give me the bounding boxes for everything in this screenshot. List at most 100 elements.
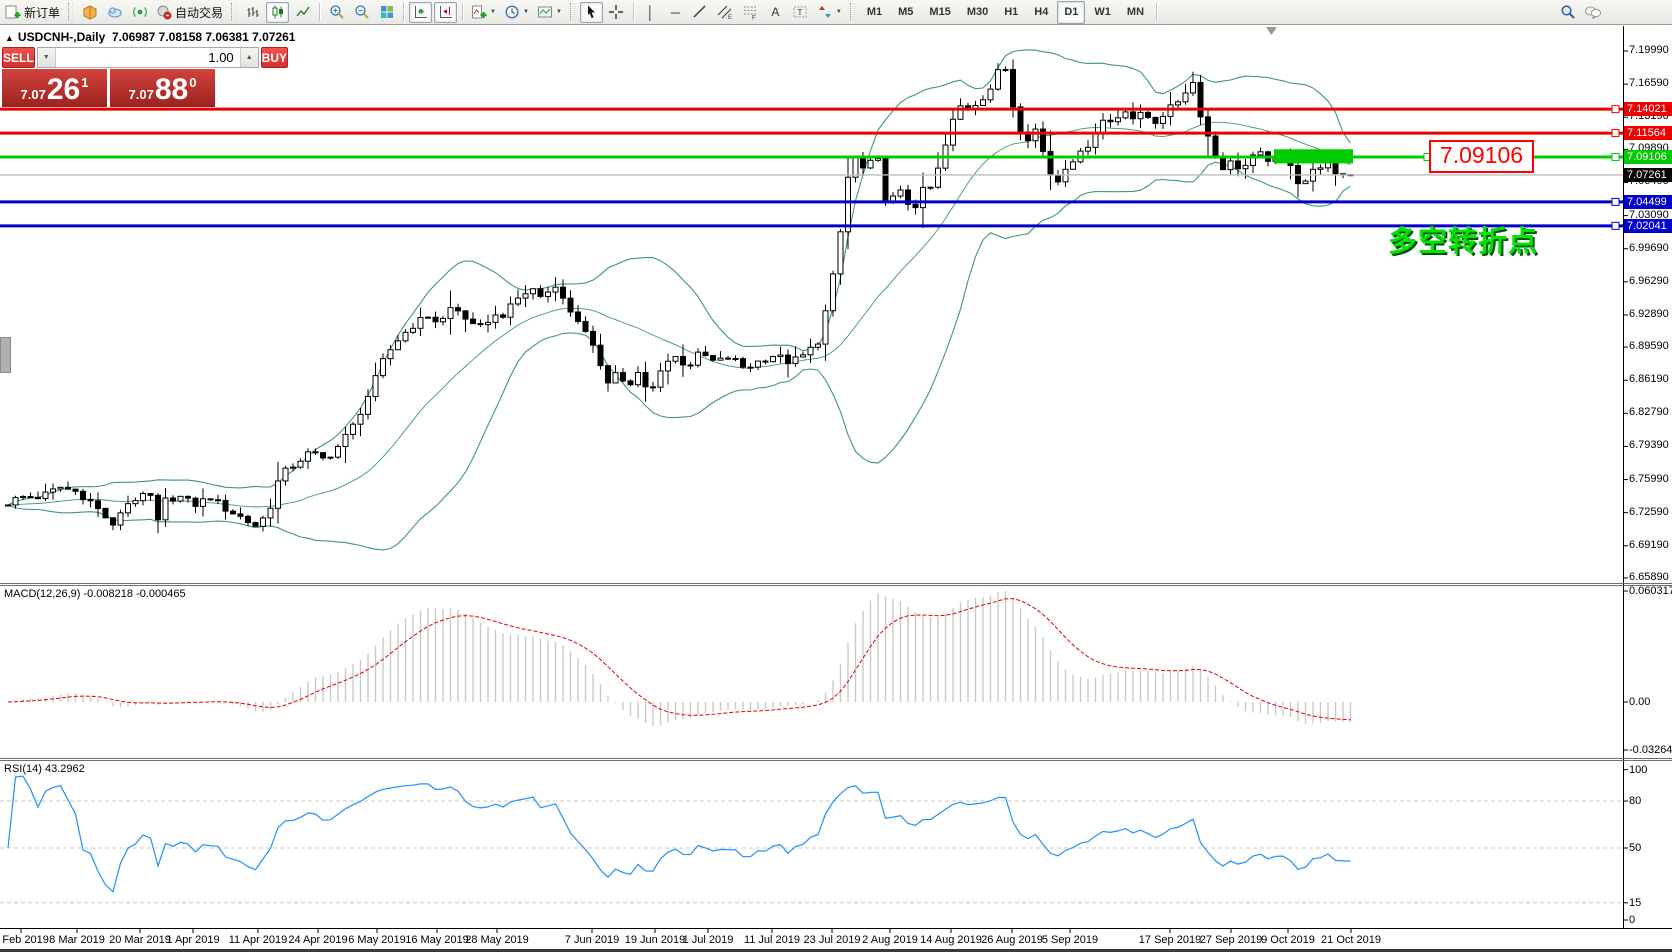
periods-button[interactable]: ▼: [501, 2, 532, 23]
search-button[interactable]: [1556, 2, 1579, 23]
candle-body: [13, 498, 18, 505]
candle-body: [163, 498, 168, 520]
cn-annotation[interactable]: 多空转折点: [1388, 218, 1538, 260]
timeframe-m30-button[interactable]: M30: [960, 1, 995, 24]
candle-body: [1071, 162, 1076, 169]
candle-body: [1258, 152, 1263, 155]
zoom-out-button[interactable]: [350, 2, 373, 23]
candle-body: [1048, 151, 1053, 175]
candle-body: [546, 292, 551, 296]
candle-body: [441, 318, 446, 321]
axis-label: 8 Mar 2019: [49, 934, 105, 947]
book-button[interactable]: [78, 2, 101, 23]
line-anchor[interactable]: [1612, 130, 1619, 137]
chart-shift-button[interactable]: [434, 2, 457, 23]
timeframe-h4-button[interactable]: H4: [1027, 1, 1055, 24]
line-anchor[interactable]: [1612, 154, 1619, 161]
book-icon: [82, 4, 98, 20]
axis-label: 15: [1629, 897, 1641, 910]
candle-body: [6, 505, 11, 506]
toolbar-separator: [633, 3, 634, 21]
timeframe-d1-button[interactable]: D1: [1057, 1, 1085, 24]
object-handle[interactable]: [0, 337, 11, 373]
buy-button[interactable]: BUY: [261, 47, 288, 68]
toolbar-grip[interactable]: [231, 3, 236, 21]
main-plot[interactable]: [6, 50, 1354, 550]
candle-body: [426, 317, 431, 318]
timeframe-w1-button[interactable]: W1: [1087, 1, 1118, 24]
timeframe-mn-button[interactable]: MN: [1120, 1, 1151, 24]
crosshair-icon: [608, 4, 624, 20]
date-axis[interactable]: 6 Feb 20198 Mar 201920 Mar 20191 Apr 201…: [0, 929, 1672, 949]
axis-label: 6 Feb 2019: [0, 934, 49, 947]
trendline-button[interactable]: [689, 2, 712, 23]
cloud-icon: [107, 4, 123, 20]
rsi-plot[interactable]: [0, 776, 1623, 903]
candle-body: [148, 494, 153, 496]
axis-label: 0.060317: [1629, 585, 1672, 598]
candle-body: [178, 496, 183, 501]
candle-body: [463, 311, 468, 319]
line-chart-button[interactable]: [291, 2, 314, 23]
candle-body: [1176, 102, 1181, 105]
horizontal-line-button[interactable]: ─: [664, 2, 687, 23]
arrows-button[interactable]: ▼: [814, 2, 845, 23]
crosshair-button[interactable]: [605, 2, 628, 23]
candle-body: [786, 355, 791, 364]
candle-body: [283, 468, 288, 481]
line-anchor[interactable]: [1612, 106, 1619, 113]
volume-input[interactable]: [56, 48, 240, 67]
line-anchor[interactable]: [1612, 222, 1619, 229]
line-anchor[interactable]: [1612, 198, 1619, 205]
zoom-in-button[interactable]: [325, 2, 348, 23]
equidistant-channel-button[interactable]: E: [714, 2, 737, 23]
candle-body: [808, 347, 813, 355]
candle-body: [336, 446, 341, 457]
candlestick-chart-button[interactable]: [266, 2, 289, 23]
auto-scroll-button[interactable]: [409, 2, 432, 23]
candle-body: [1198, 82, 1203, 116]
candle-body: [988, 89, 993, 100]
bar-chart-button[interactable]: [241, 2, 264, 23]
toolbar-grip[interactable]: [850, 3, 855, 21]
toolbar-grip[interactable]: [570, 3, 575, 21]
axis-label: 6.72590: [1629, 506, 1669, 519]
cursor-button[interactable]: [580, 2, 603, 23]
candle-body: [621, 373, 626, 381]
current-price-tag: 7.07261: [1624, 168, 1672, 182]
new-order-button[interactable]: 新订单: [2, 2, 63, 23]
chart-shift-marker[interactable]: [1266, 27, 1277, 35]
price-chart-canvas[interactable]: [0, 0, 1672, 952]
text-button[interactable]: A: [764, 2, 787, 23]
timeframe-h1-button[interactable]: H1: [997, 1, 1025, 24]
toolbar-grip[interactable]: [68, 3, 73, 21]
chat-icon: [1584, 4, 1602, 20]
vertical-line-button[interactable]: │: [639, 2, 662, 23]
templates-button[interactable]: ▼: [534, 2, 565, 23]
timeframe-m1-button[interactable]: M1: [860, 1, 889, 24]
candle-body: [651, 387, 656, 388]
level-price-callout[interactable]: 7.09106: [1429, 140, 1534, 173]
volume-increase-button[interactable]: ▲: [240, 48, 258, 67]
chat-button[interactable]: [1581, 2, 1605, 23]
axis-label: 19 Jun 2019: [625, 934, 686, 947]
indicators-button[interactable]: ▼: [468, 2, 499, 23]
collapse-panel-icon[interactable]: ▲: [5, 33, 14, 43]
arrows-icon: [817, 4, 833, 20]
timeframe-m5-button[interactable]: M5: [891, 1, 920, 24]
candle-body: [58, 487, 63, 489]
candle-body: [456, 308, 461, 311]
sell-quote[interactable]: 7.07 26 1: [2, 69, 107, 107]
signals-button[interactable]: [128, 2, 151, 23]
sell-button[interactable]: SELL: [2, 47, 35, 68]
fibonacci-button[interactable]: F: [739, 2, 762, 23]
macd-plot[interactable]: [8, 591, 1351, 726]
text-label-button[interactable]: T: [789, 2, 812, 23]
volume-decrease-button[interactable]: ▼: [38, 48, 56, 67]
auto-trading-button[interactable]: 自动交易: [153, 2, 226, 23]
tile-windows-button[interactable]: [375, 2, 398, 23]
candle-body: [501, 315, 506, 317]
buy-quote[interactable]: 7.07 88 0: [110, 69, 215, 107]
cloud-button[interactable]: [103, 2, 126, 23]
timeframe-m15-button[interactable]: M15: [922, 1, 957, 24]
